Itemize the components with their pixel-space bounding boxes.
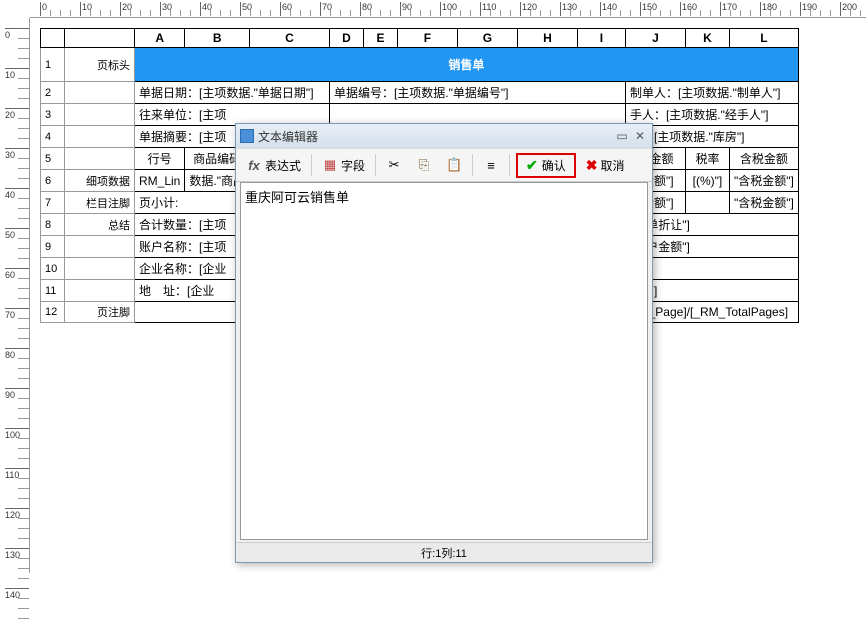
paste-icon: 📋: [446, 157, 462, 173]
expression-button[interactable]: fx 表达式: [242, 155, 305, 176]
col-header[interactable]: H: [517, 29, 577, 48]
report-cell[interactable]: 页小计:: [135, 192, 250, 214]
align-button[interactable]: ≡: [479, 155, 503, 175]
row-number[interactable]: 7: [41, 192, 65, 214]
section-header[interactable]: 总结: [65, 214, 135, 236]
field-icon: ▦: [322, 157, 338, 173]
col-header[interactable]: I: [577, 29, 625, 48]
row-number[interactable]: 8: [41, 214, 65, 236]
section-header[interactable]: 页注脚: [65, 302, 135, 323]
report-cell[interactable]: 制单人：[主项数据."制单人"]: [625, 82, 798, 104]
section-header[interactable]: [65, 148, 135, 170]
section-header[interactable]: 栏目注脚: [65, 192, 135, 214]
section-header[interactable]: [65, 280, 135, 302]
section-header[interactable]: 页标头: [65, 48, 135, 82]
report-cell[interactable]: 行号: [135, 148, 185, 170]
text-editor-dialog: 文本编辑器 ▭ ✕ fx 表达式 ▦ 字段 ✂ ⎘ 📋 ≡ ✔ 确认 ✖ 取消 …: [235, 123, 653, 563]
cut-button[interactable]: ✂: [382, 155, 406, 175]
row-number[interactable]: 10: [41, 258, 65, 280]
row-number[interactable]: 11: [41, 280, 65, 302]
report-cell[interactable]: 税率: [685, 148, 729, 170]
copy-button[interactable]: ⎘: [412, 155, 436, 175]
col-header[interactable]: E: [363, 29, 397, 48]
report-cell[interactable]: "含税金额"]: [729, 170, 798, 192]
row-number[interactable]: 1: [41, 48, 65, 82]
row-number[interactable]: 4: [41, 126, 65, 148]
col-header[interactable]: A: [135, 29, 185, 48]
section-header[interactable]: 细项数据: [65, 170, 135, 192]
row-number[interactable]: 6: [41, 170, 65, 192]
editor-textarea[interactable]: 重庆阿可云销售单: [240, 182, 648, 540]
col-header[interactable]: D: [329, 29, 363, 48]
dialog-title-text: 文本编辑器: [258, 128, 318, 145]
col-header[interactable]: J: [625, 29, 685, 48]
report-cell[interactable]: 单据日期：[主项数据."单据日期"]: [135, 82, 330, 104]
col-header[interactable]: L: [729, 29, 798, 48]
fx-icon: fx: [246, 157, 262, 173]
align-icon: ≡: [483, 157, 499, 173]
section-header[interactable]: [65, 82, 135, 104]
report-cell[interactable]: 销售单: [135, 48, 799, 82]
row-number[interactable]: 5: [41, 148, 65, 170]
report-cell[interactable]: [(%)"]: [685, 170, 729, 192]
check-icon: ✔: [526, 157, 538, 174]
cancel-button[interactable]: ✖ 取消: [582, 155, 629, 176]
field-button[interactable]: ▦ 字段: [318, 155, 369, 176]
row-number[interactable]: 12: [41, 302, 65, 323]
report-cell[interactable]: 单据编号：[主项数据."单据编号"]: [329, 82, 625, 104]
ruler-horizontal: 0102030405060708090100110120130140150160…: [30, 0, 866, 18]
report-cell[interactable]: 含税金额: [729, 148, 798, 170]
section-header[interactable]: [65, 104, 135, 126]
row-number[interactable]: 3: [41, 104, 65, 126]
col-header[interactable]: K: [685, 29, 729, 48]
col-header[interactable]: C: [249, 29, 329, 48]
copy-icon: ⎘: [416, 157, 432, 173]
minimize-icon[interactable]: ▭: [614, 129, 630, 143]
report-cell[interactable]: [685, 192, 729, 214]
col-header[interactable]: G: [457, 29, 517, 48]
section-header[interactable]: [65, 236, 135, 258]
row-number[interactable]: 2: [41, 82, 65, 104]
confirm-button[interactable]: ✔ 确认: [516, 153, 576, 178]
col-header[interactable]: F: [397, 29, 457, 48]
dialog-toolbar: fx 表达式 ▦ 字段 ✂ ⎘ 📋 ≡ ✔ 确认 ✖ 取消: [236, 148, 652, 182]
cut-icon: ✂: [386, 157, 402, 173]
col-header[interactable]: B: [185, 29, 250, 48]
dialog-icon: [240, 129, 254, 143]
section-header[interactable]: [65, 258, 135, 280]
report-cell[interactable]: "含税金额"]: [729, 192, 798, 214]
dialog-titlebar[interactable]: 文本编辑器 ▭ ✕: [236, 124, 652, 148]
row-number[interactable]: 9: [41, 236, 65, 258]
section-header[interactable]: [65, 126, 135, 148]
report-cell[interactable]: RM_Lin: [135, 170, 185, 192]
paste-button[interactable]: 📋: [442, 155, 466, 175]
x-icon: ✖: [586, 157, 598, 174]
dialog-statusbar: 行:1列:11: [236, 542, 652, 562]
ruler-vertical: 0102030405060708090100110120130140: [0, 18, 30, 573]
close-icon[interactable]: ✕: [632, 129, 648, 143]
